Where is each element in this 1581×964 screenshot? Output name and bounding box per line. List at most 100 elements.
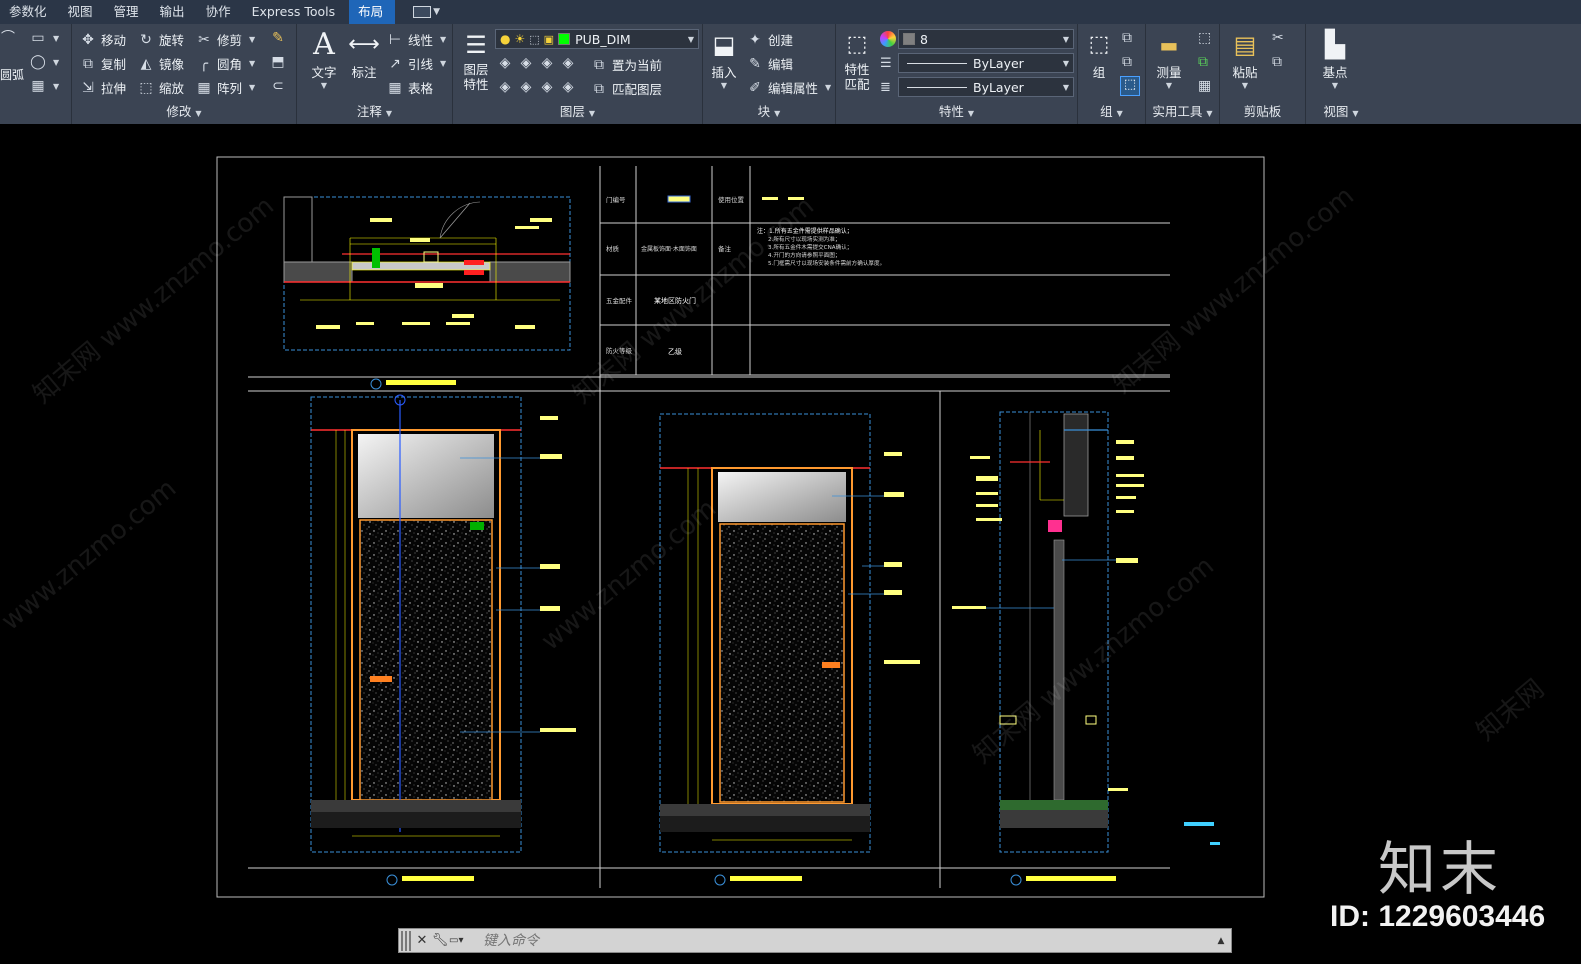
color-swatch bbox=[903, 33, 915, 45]
close-icon[interactable]: ✕ bbox=[413, 933, 431, 948]
workspace-icon bbox=[413, 6, 432, 18]
paste-button[interactable]: ▤ 粘贴 ▼ bbox=[1228, 28, 1262, 90]
copy-clip-icon[interactable]: ⧉ bbox=[1272, 54, 1282, 70]
stretch-button[interactable]: ⇲ 拉伸 bbox=[80, 78, 126, 97]
text-icon: A bbox=[313, 27, 335, 62]
stretch-icon: ⇲ bbox=[82, 79, 94, 96]
base-point-button[interactable]: ▙ 基点 ▼ bbox=[1318, 28, 1352, 90]
tab-collaborate[interactable]: 协作 bbox=[197, 0, 243, 24]
arc-button[interactable]: ⌒ bbox=[0, 30, 16, 46]
chevron-down-icon: ▼ bbox=[53, 33, 60, 43]
table-note-4: 4.开门的方向请参照平面图； bbox=[768, 251, 840, 259]
wrench-icon[interactable]: 🔧︎ bbox=[431, 933, 449, 948]
calculator-icon[interactable]: ▦ bbox=[1198, 78, 1211, 94]
erase-icon: ✎ bbox=[272, 30, 284, 46]
chevron-down-icon: ▼ bbox=[195, 109, 202, 118]
panel-properties-title[interactable]: 特性 ▼ bbox=[836, 103, 1077, 121]
match-layer-button[interactable]: ⧉ 匹配图层 bbox=[591, 79, 662, 98]
layer-dropdown[interactable]: ● ☀ ⬚ ▣ PUB_DIM ▼ bbox=[495, 29, 699, 49]
panel-groups-title[interactable]: 组 ▼ bbox=[1078, 103, 1145, 121]
measure-button[interactable]: ▬ 测量 ▼ bbox=[1152, 28, 1186, 90]
scale-button[interactable]: ⬚ 缩放 bbox=[138, 78, 184, 97]
workspace-dropdown[interactable]: ▼ bbox=[413, 3, 440, 21]
text-button[interactable]: A 文字 ▼ bbox=[307, 27, 341, 91]
detail-title-3 bbox=[730, 876, 802, 881]
chevron-down-icon: ▼ bbox=[1116, 109, 1123, 118]
chevron-up-icon[interactable]: ▲ bbox=[1211, 936, 1231, 946]
explode-icon: ⬒ bbox=[271, 54, 285, 70]
layer-lock-icon: ◈ bbox=[562, 55, 574, 71]
panel-block-title[interactable]: 块 ▼ bbox=[703, 103, 835, 121]
detail-title-2 bbox=[402, 876, 474, 881]
explode-button[interactable]: ⬒ bbox=[270, 54, 286, 70]
table-button[interactable]: ▦ 表格 bbox=[387, 78, 433, 97]
arc-label[interactable]: 圆弧 bbox=[0, 66, 24, 83]
table-hardware-label: 五金配件 bbox=[606, 296, 633, 305]
copy-icon: ⧉ bbox=[83, 55, 93, 72]
quick-select-icon[interactable]: ⧉ bbox=[1198, 54, 1208, 70]
set-current-button[interactable]: ⧉ 置为当前 bbox=[591, 55, 662, 74]
match-properties-button[interactable]: ⬚ 特性 匹配 bbox=[840, 28, 874, 93]
linetype-dropdown[interactable]: ByLayer ▼ bbox=[898, 53, 1074, 73]
edit-block-button[interactable]: ✎ 编辑 bbox=[747, 54, 793, 73]
id-point-icon[interactable]: ⬚ bbox=[1198, 30, 1211, 46]
insert-button[interactable]: ⬓ 插入 ▼ bbox=[707, 28, 741, 90]
offset-icon: ⊂ bbox=[272, 78, 284, 94]
array-button[interactable]: ▦ 阵列 ▼ bbox=[196, 78, 255, 97]
hatch-button[interactable]: ▦ ▼ bbox=[30, 78, 59, 94]
command-history-icon[interactable]: ▭▾ bbox=[449, 933, 477, 949]
chevron-down-icon: ▼ bbox=[1241, 81, 1249, 90]
group-select-icon[interactable]: ⬚ bbox=[1120, 76, 1140, 96]
copy-button[interactable]: ⧉ 复制 bbox=[80, 54, 126, 73]
dimension-button[interactable]: ⟷ 标注 bbox=[347, 28, 381, 81]
layer-properties-button[interactable]: ☰ 图层 特性 bbox=[459, 28, 493, 92]
layer-tools-row2[interactable]: ◈ ◈ ◈ ◈ bbox=[497, 79, 576, 95]
panel-utilities-title[interactable]: 实用工具 ▼ bbox=[1146, 103, 1219, 121]
tab-output[interactable]: 输出 bbox=[151, 0, 197, 24]
sheet-number-mark bbox=[1210, 842, 1220, 845]
move-button[interactable]: ✥ 移动 bbox=[80, 30, 126, 49]
edit-attributes-button[interactable]: ✐ 编辑属性 ▼ bbox=[747, 78, 831, 97]
viewport-freeze-icon: ⬚ bbox=[529, 32, 540, 46]
rotate-button[interactable]: ↻ 旋转 bbox=[138, 30, 184, 49]
panel-annotation-title[interactable]: 注释 ▼ bbox=[297, 103, 452, 121]
tab-express-tools[interactable]: Express Tools bbox=[243, 0, 348, 24]
drag-handle[interactable] bbox=[401, 930, 411, 951]
lineweight-dropdown[interactable]: ByLayer ▼ bbox=[898, 77, 1074, 97]
ribbon-tab-bar: 参数化 视图 管理 输出 协作 Express Tools 布局 ▼ bbox=[0, 0, 1581, 24]
fillet-button[interactable]: ╭ 圆角 ▼ bbox=[196, 54, 255, 73]
leader-button[interactable]: ↗ 引线 ▼ bbox=[387, 54, 446, 73]
color-wheel-icon bbox=[880, 31, 896, 47]
tab-layout[interactable]: 布局 bbox=[349, 0, 396, 24]
trim-button[interactable]: ✂ 修剪 ▼ bbox=[196, 30, 255, 49]
location-tag-2 bbox=[788, 197, 804, 200]
tab-manage[interactable]: 管理 bbox=[105, 0, 151, 24]
table-note-5: 5.门框需尺寸以现场安装条件需前方确认厚度。 bbox=[768, 259, 885, 267]
layer-tools-row1[interactable]: ◈ ◈ ◈ ◈ bbox=[497, 55, 576, 71]
group-button[interactable]: ⬚ 组 bbox=[1082, 28, 1116, 81]
layout-sheet: 门编号 使用位置 材质 金属板饰面·木面饰面 备注 注：1.所有五金件需提供样品… bbox=[216, 156, 1265, 898]
tab-view[interactable]: 视图 bbox=[59, 0, 105, 24]
panel-layers-title[interactable]: 图层 ▼ bbox=[453, 103, 702, 121]
erase-button[interactable]: ✎ bbox=[270, 30, 286, 46]
linear-dim-button[interactable]: ⊢ 线性 ▼ bbox=[387, 30, 446, 49]
table-material-value: 金属板饰面·木面饰面 bbox=[641, 245, 697, 253]
drawing-canvas[interactable]: 门编号 使用位置 材质 金属板饰面·木面饰面 备注 注：1.所有五金件需提供样品… bbox=[0, 124, 1581, 964]
detail-bubble-1 bbox=[370, 378, 382, 390]
rectangle-button[interactable]: ▭ ▼ bbox=[30, 30, 59, 46]
command-input[interactable] bbox=[477, 929, 1211, 952]
panel-modify-title[interactable]: 修改 ▼ bbox=[72, 103, 296, 121]
panel-utilities: ▬ 测量 ▼ ⬚ ⧉ ▦ 实用工具 ▼ bbox=[1146, 24, 1220, 124]
layer-isolate-icon: ◈ bbox=[520, 55, 532, 71]
base-point-icon: ▙ bbox=[1325, 30, 1345, 60]
cut-icon[interactable]: ✂ bbox=[1272, 30, 1284, 46]
mirror-button[interactable]: ◭ 镜像 bbox=[138, 54, 184, 73]
offset-button[interactable]: ⊂ bbox=[270, 78, 286, 94]
ellipse-button[interactable]: ◯ ▼ bbox=[30, 54, 59, 70]
color-dropdown[interactable]: 8 ▼ bbox=[898, 29, 1074, 49]
ungroup-icon[interactable]: ⧉ bbox=[1122, 30, 1132, 46]
panel-view-title[interactable]: 视图 ▼ bbox=[1306, 103, 1376, 121]
group-edit-icon[interactable]: ⧉ bbox=[1122, 54, 1132, 70]
tab-parametric[interactable]: 参数化 bbox=[0, 0, 59, 24]
create-block-button[interactable]: ✦ 创建 bbox=[747, 30, 793, 49]
